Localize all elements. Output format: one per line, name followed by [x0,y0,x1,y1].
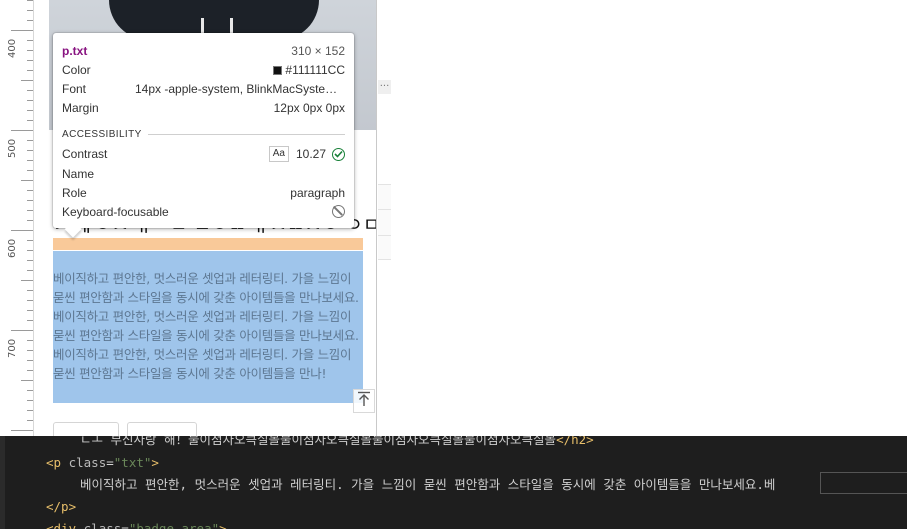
accessibility-heading: ACCESSIBILITY [62,129,142,141]
margin-label: Margin [62,101,99,116]
role-value: paragraph [290,185,345,200]
margin-overlay [53,238,363,250]
color-value: #111111CC [273,63,345,77]
ruler-tick [27,120,33,121]
contrast-ratio: 10.27 [295,147,326,162]
ruler-tick [27,400,33,401]
role-label: Role [62,185,87,200]
ruler-tick [27,10,33,11]
code-line-h2[interactable]: ㄴㅗ 부신사랑 해！물이점자오큭실볼물이점자오큭실볼물이점자오큭실볼물이점자오큭… [80,436,594,451]
margin-value: 12px 0px 0px [273,101,345,116]
ruler-tick [27,210,33,211]
text-node-highlight [820,472,907,494]
ruler-tick [27,410,33,411]
contrast-check-icon [332,147,345,161]
ruler-label: 500 [7,138,18,158]
ruler-tick [27,40,33,41]
ruler-tick [27,110,33,111]
contrast-value: Aa 10.27 [268,146,345,163]
name-label: Name [62,166,95,181]
code-line-p-open[interactable]: <p class="txt"> [46,452,159,474]
ruler-tick [27,390,33,391]
scroll-to-top-icon [357,391,371,411]
ruler-tick [27,140,33,141]
txt-paragraph: 베이직하고 편안한, 멋스러운 셋업과 레터링티. 가을 느낌이 묻씬 편안함과… [53,271,359,381]
ruler-tick [21,80,33,81]
ruler-tick [27,90,33,91]
section-divider [147,134,345,136]
more-ellipsis-icon[interactable]: ··· [378,80,391,94]
ruler-tick [21,280,33,281]
ruler-tick [27,170,33,171]
ruler-label: 700 [7,338,18,358]
ruler-tick [27,300,33,301]
contrast-label: Contrast [62,147,108,162]
ruler-tick [27,200,33,201]
ruler-label: 600 [7,238,18,258]
ruler-tick [27,350,33,351]
scroll-to-top-button[interactable] [353,389,375,413]
ruler-tick [27,20,33,21]
code-line-p-close[interactable]: </p> [46,496,76,518]
tooltip-size: 310 × 152 [291,43,345,58]
ruler-tick [27,190,33,191]
side-panel-strip [378,184,391,260]
ruler-tick [27,100,33,101]
font-value: 14px -apple-system, BlinkMacSystemFon... [135,81,345,96]
color-label: Color [62,62,91,77]
keyboard-focusable-label: Keyboard-focusable [62,204,169,219]
tooltip-selector: p.txt [62,43,88,58]
code-line-div[interactable]: <div class="badge-area"> [46,518,227,529]
ruler-tick [27,220,33,221]
ruler-tick [27,260,33,261]
code-line-p-text[interactable]: 베이직하고 편안한, 멋스러운 셋업과 레터링티. 가을 느낌이 묻씬 편안함과… [80,474,775,496]
ruler-tick [27,360,33,361]
ruler-tick [11,30,33,31]
not-focusable-icon [332,205,345,219]
vertical-ruler: 400500600700800 [0,0,34,458]
ruler-tick [27,50,33,51]
color-value-text: #111111CC [285,62,345,77]
contrast-aa-badge: Aa [268,146,289,163]
ruler-tick [27,160,33,161]
ruler-tick [21,180,33,181]
ruler-tick [27,270,33,271]
ruler-tick [27,290,33,291]
ruler-label: 400 [7,38,18,58]
color-swatch [273,65,283,75]
ruler-tick [27,60,33,61]
ruler-tick [27,240,33,241]
ruler-tick [27,150,33,151]
ruler-tick [11,430,33,431]
badge-pill [127,422,197,436]
ruler-tick [27,340,33,341]
ruler-tick [27,370,33,371]
accessibility-section: ACCESSIBILITY [62,125,345,145]
ruler-tick [27,250,33,251]
ruler-tick [27,70,33,71]
elements-code-pane[interactable]: ㄴㅗ 부신사랑 해！물이점자오큭실볼물이점자오큭실볼물이점자오큭실볼물이점자오큭… [0,436,907,529]
ruler-tick [11,330,33,331]
ruler-tick [27,310,33,311]
ruler-tick [11,130,33,131]
font-label: Font [62,81,87,96]
ruler-tick [21,380,33,381]
ruler-tick [27,420,33,421]
ruler-tick [27,320,33,321]
badge-pill [53,422,119,436]
inspect-tooltip: p.txt 310 × 152 Color #111111CC Font 14p… [53,33,354,228]
ruler-tick [27,0,33,1]
ruler-tick [11,230,33,231]
